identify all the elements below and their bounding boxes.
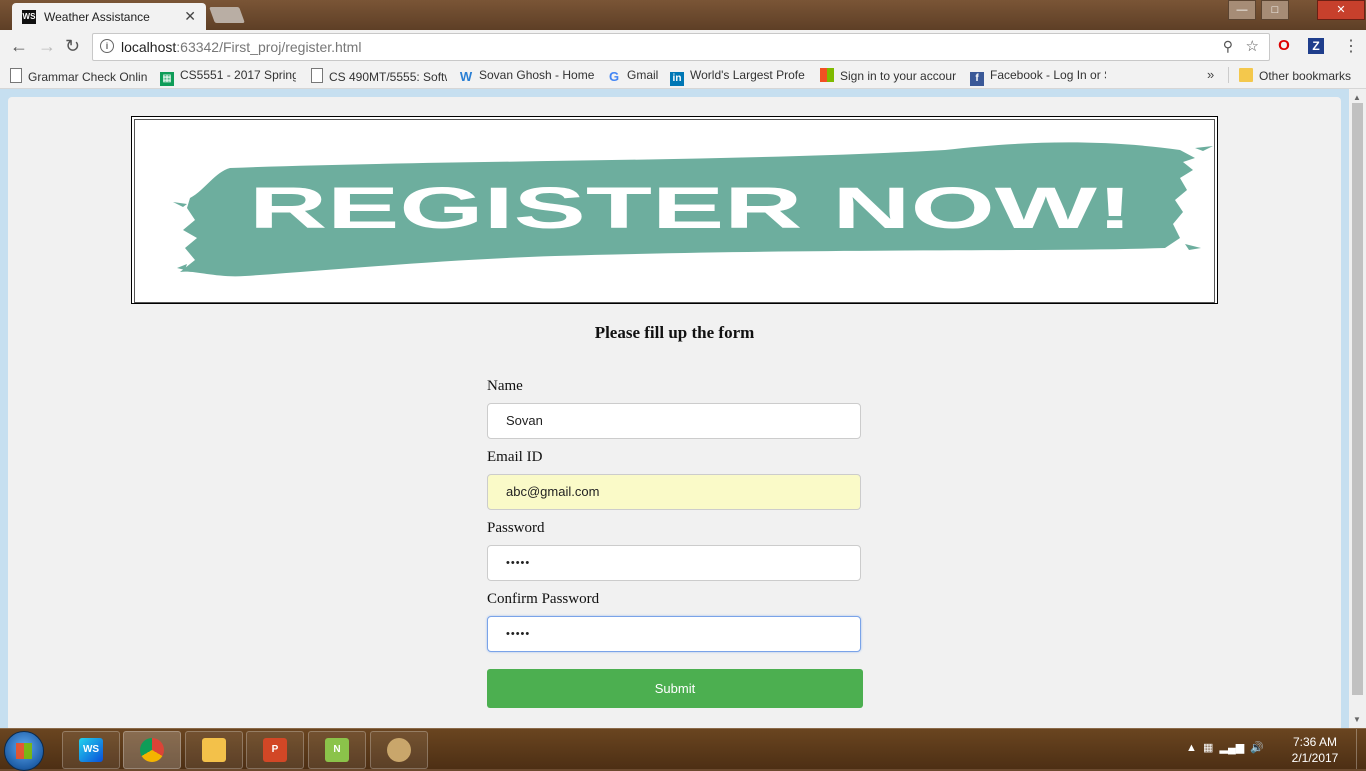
bookmark-cs490mt[interactable]: CS 490MT/5555: Softw <box>311 68 447 84</box>
bookmarks-overflow-chevron-icon[interactable]: » <box>1207 67 1214 82</box>
notepad-plus-icon: N <box>325 738 349 762</box>
password-input[interactable]: ••••• <box>487 545 861 581</box>
brush-stroke-image: REGISTER NOW! <box>173 142 1213 277</box>
system-tray[interactable]: ▲ ▦ ▂▄▆ 🔊 <box>1186 741 1264 754</box>
windows-taskbar: WS P N ▲ ▦ ▂▄▆ 🔊 7:36 AM 2/1/2017 <box>0 728 1366 771</box>
banner-frame: REGISTER NOW! <box>134 119 1215 303</box>
clock-time: 7:36 AM <box>1292 735 1338 749</box>
page-icon <box>311 68 323 83</box>
folder-icon <box>1239 68 1253 82</box>
register-now-banner: REGISTER NOW! <box>131 116 1218 304</box>
bookmark-sovan-ghosh[interactable]: W Sovan Ghosh - Home <box>459 68 597 84</box>
taskbar-file-explorer[interactable] <box>185 731 243 769</box>
submit-button[interactable]: Submit <box>487 669 863 708</box>
facebook-icon: f <box>970 72 984 86</box>
email-input[interactable]: abc@gmail.com <box>487 474 861 510</box>
microsoft-icon <box>820 68 834 82</box>
new-tab-button[interactable] <box>209 7 245 23</box>
window-restore-button[interactable]: □ <box>1261 0 1289 20</box>
window-close-button[interactable]: ✕ <box>1317 0 1365 20</box>
bookmark-cs5551[interactable]: ▦ CS5551 - 2017 Spring <box>160 68 296 86</box>
webstorm-icon: WS <box>79 738 103 762</box>
register-now-text: REGISTER NOW! <box>249 176 1133 241</box>
browser-menu-icon[interactable]: ⋮ <box>1343 36 1359 56</box>
taskbar-webstorm[interactable]: WS <box>62 731 120 769</box>
confirm-password-label: Confirm Password <box>487 591 600 607</box>
info-icon[interactable]: i <box>100 39 114 53</box>
folder-icon <box>202 738 226 762</box>
powerpoint-icon: P <box>263 738 287 762</box>
taskbar-notepad-plus[interactable]: N <box>308 731 366 769</box>
bookmark-gmail[interactable]: G Gmail <box>607 68 663 84</box>
browser-tab-strip: WS Weather Assistance ✕ ― □ ✕ <box>0 0 1366 30</box>
bookmark-other-bookmarks[interactable]: Other bookmarks <box>1239 68 1359 83</box>
back-arrow-icon[interactable]: ← <box>10 37 28 55</box>
tab-title: Weather Assistance <box>44 10 150 24</box>
url-text: localhost:63342/First_proj/register.html <box>121 39 362 55</box>
vertical-scrollbar[interactable]: ▲ ▼ <box>1349 89 1366 728</box>
page-viewport: REGISTER NOW! Please fill up the form Na… <box>0 89 1349 728</box>
taskbar-clock[interactable]: 7:36 AM 2/1/2017 <box>1282 734 1348 766</box>
scrollbar-thumb[interactable] <box>1352 103 1363 695</box>
password-label: Password <box>487 520 545 536</box>
confirm-password-input[interactable]: ••••• <box>487 616 861 652</box>
clock-date: 2/1/2017 <box>1291 751 1339 765</box>
window-minimize-button[interactable]: ― <box>1228 0 1256 20</box>
form-heading: Please fill up the form <box>594 323 755 342</box>
name-input[interactable]: Sovan <box>487 403 861 439</box>
bookmarks-separator <box>1228 67 1229 83</box>
email-label: Email ID <box>487 449 543 465</box>
scroll-down-arrow-icon[interactable]: ▼ <box>1353 715 1361 724</box>
bookmark-linkedin[interactable]: in World's Largest Profe <box>670 68 806 86</box>
bookmark-facebook[interactable]: f Facebook - Log In or S <box>970 68 1106 86</box>
sheets-icon: ▦ <box>160 72 174 86</box>
reload-icon[interactable]: ↻ <box>65 37 80 55</box>
register-page: REGISTER NOW! Please fill up the form Na… <box>8 97 1341 728</box>
bookmark-star-icon[interactable]: ☆ <box>1246 37 1259 55</box>
name-label: Name <box>487 378 523 394</box>
webstorm-favicon-icon: WS <box>22 10 36 24</box>
opera-extension-icon[interactable]: O <box>1276 38 1292 54</box>
tab-weather-assistance[interactable]: WS Weather Assistance ✕ <box>12 3 206 30</box>
browser-toolbar: ← → ↻ i localhost:63342/First_proj/regis… <box>0 30 1366 63</box>
forward-arrow-icon[interactable]: → <box>38 37 56 55</box>
windows-logo-icon <box>16 743 32 759</box>
address-bar[interactable]: i localhost:63342/First_proj/register.ht… <box>92 33 1270 61</box>
google-icon: G <box>608 69 620 84</box>
show-desktop-button[interactable] <box>1356 729 1366 769</box>
weebly-icon: W <box>459 69 473 84</box>
chrome-icon <box>140 738 164 762</box>
start-button[interactable] <box>4 731 44 771</box>
zoom-icon[interactable]: ⚲ <box>1223 38 1233 55</box>
paint-palette-icon <box>387 738 411 762</box>
taskbar-chrome[interactable] <box>123 731 181 769</box>
taskbar-powerpoint[interactable]: P <box>246 731 304 769</box>
z-extension-icon[interactable]: Z <box>1308 38 1324 54</box>
bookmarks-bar: Grammar Check Onlin ▦ CS5551 - 2017 Sprin… <box>0 63 1366 89</box>
page-icon <box>10 68 22 83</box>
linkedin-icon: in <box>670 72 684 86</box>
scroll-up-arrow-icon[interactable]: ▲ <box>1353 93 1361 102</box>
bookmark-microsoft-signin[interactable]: Sign in to your accour <box>820 68 958 83</box>
taskbar-paint[interactable] <box>370 731 428 769</box>
bookmark-grammar-check[interactable]: Grammar Check Onlin <box>10 68 148 84</box>
tab-close-icon[interactable]: ✕ <box>184 8 196 25</box>
